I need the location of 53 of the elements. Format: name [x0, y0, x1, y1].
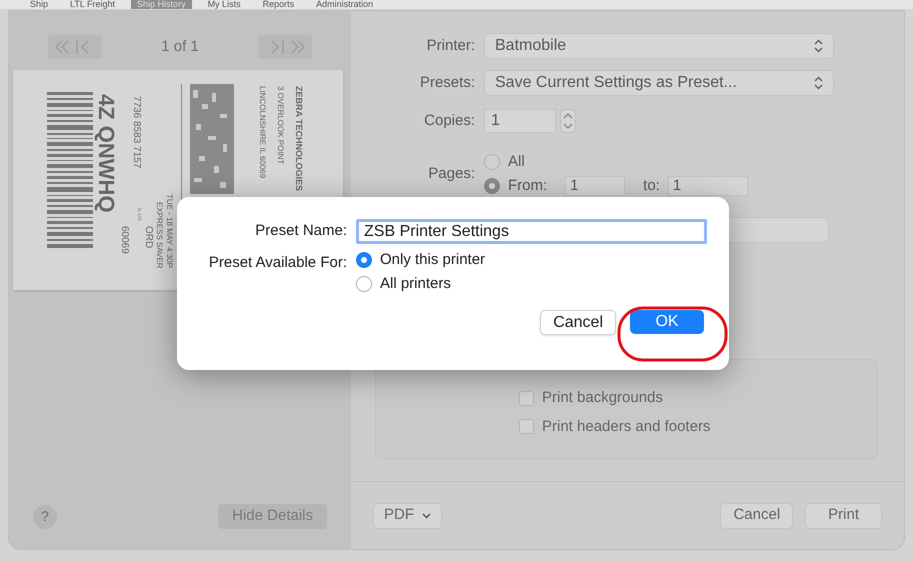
presets-select[interactable]: Save Current Settings as Preset... — [484, 70, 834, 96]
nav-tab[interactable]: Ship History — [131, 0, 192, 9]
print-button[interactable]: Print — [805, 502, 882, 528]
chevron-down-icon — [422, 512, 431, 518]
ok-button[interactable]: OK — [630, 310, 704, 334]
radio-button[interactable] — [356, 252, 372, 268]
nav-tab[interactable]: LTL Freight — [64, 0, 122, 9]
nav-tab[interactable]: Ship — [24, 0, 54, 9]
copies-label: Copies: — [423, 110, 475, 131]
up-down-chevron-icon — [814, 39, 823, 53]
page-indicator: 1 of 1 — [161, 36, 199, 57]
nav-tab[interactable]: Reports — [256, 0, 300, 9]
printer-label: Printer: — [426, 36, 475, 56]
radio-button[interactable] — [356, 276, 372, 292]
preset-name-field[interactable]: ZSB Printer Settings — [356, 219, 707, 244]
preset-name-label: Preset Name: — [254, 221, 347, 242]
checkbox-label: Print headers and footers — [542, 416, 710, 436]
first-previous-buttons[interactable] — [48, 35, 102, 59]
address-line: 3 OVERLOOK POINT — [276, 86, 284, 166]
address-line: ZEBRA TECHNOLOGIES — [294, 86, 303, 192]
next-last-buttons[interactable] — [258, 35, 312, 59]
label-service: EXPRESS SAVER — [155, 202, 163, 269]
printer-select[interactable]: Batmobile — [484, 33, 834, 59]
label-postal: 60069 — [119, 226, 129, 254]
checkbox-label: Print backgrounds — [542, 388, 663, 408]
presets-label: Presets: — [418, 72, 475, 93]
from-field[interactable]: 1 — [565, 176, 626, 196]
address-line: LINCOLNSHIRE IL 60069 — [258, 86, 266, 180]
copies-field[interactable]: 1 — [484, 109, 556, 133]
label-date: TUE - 18 MAY 4:30P — [165, 194, 173, 268]
radio-label: All — [508, 152, 525, 172]
radio-label: From: — [508, 176, 548, 196]
pages-label: Pages: — [427, 164, 475, 184]
radio-button[interactable] — [484, 178, 500, 194]
available-for-label: Preset Available For: — [208, 253, 347, 273]
nav-tab[interactable]: My Lists — [202, 0, 247, 9]
radio-label: All printers — [380, 274, 451, 294]
label-code: 4Z QNWHQ — [95, 94, 117, 213]
stepper-icon[interactable] — [560, 109, 576, 133]
radio-label: Only this printer — [380, 250, 486, 270]
cancel-button[interactable]: Cancel — [720, 502, 794, 528]
cancel-button[interactable]: Cancel — [540, 310, 616, 335]
tracking-number: 7736 8583 7157 — [131, 96, 141, 168]
to-field[interactable]: 1 — [668, 176, 748, 196]
checkbox[interactable] — [519, 390, 534, 406]
help-button[interactable]: ? — [33, 504, 57, 528]
label-airport: ORD — [143, 226, 153, 248]
nav-tab[interactable]: Administration — [310, 0, 380, 9]
up-down-chevron-icon — [814, 76, 823, 90]
checkbox[interactable] — [519, 419, 534, 434]
radio-button[interactable] — [484, 154, 500, 170]
pdf-menu-button[interactable]: PDF — [373, 502, 442, 528]
to-label: to: — [643, 176, 660, 196]
